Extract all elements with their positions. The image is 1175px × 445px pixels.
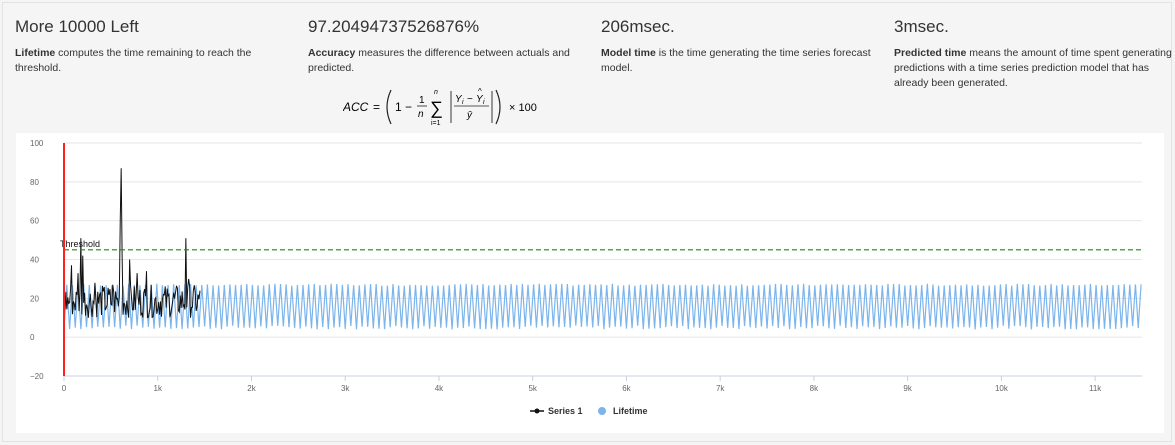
metric-lifetime: More 10000 Left Lifetime computes the ti… [15,17,275,76]
formula-frac-one: 1 [419,95,425,106]
formula-minus: − [405,100,412,114]
legend-item-lifetime: Lifetime [598,406,648,416]
chart-card: −20 0 20 40 60 80 100 0 1k 2k 3k 4k 5k 6k 7k 8k 9k 10k 11k… [16,133,1164,433]
x-tick-label: 11k [1089,384,1102,393]
threshold-label: Threshold [60,239,100,249]
y-tick-label: 20 [30,294,39,303]
x-tick-label: 3k [341,384,350,393]
formula-left-paren [386,89,392,125]
metric-lifetime-description: Lifetime computes the time remaining to … [15,46,275,76]
x-tick-label: 6k [622,384,631,393]
formula-one: 1 [395,100,402,114]
y-tick-label: 80 [30,178,39,187]
metric-model-time-term: Model time [601,47,656,59]
formula-frac-n: n [418,109,424,120]
metric-accuracy-term: Accuracy [308,47,356,59]
metric-predicted-time-term: Predicted time [894,47,967,59]
lifetime-chart: −20 0 20 40 60 80 100 0 1k 2k 3k 4k 5k 6k 7k 8k 9k 10k 11k… [30,139,1142,416]
y-tick-label: 100 [30,139,44,148]
x-tick-label: 2k [247,384,256,393]
metric-lifetime-term: Lifetime [15,47,56,59]
legend-lifetime-marker [598,407,606,415]
formula-times-100: × 100 [509,102,537,114]
metric-model-time-description: Model time is the time generating the ti… [601,46,883,76]
metric-predicted-time: 3msec. Predicted time means the amount o… [894,17,1172,91]
x-tick-label: 7k [716,384,725,393]
formula-ybar: ȳ [466,110,473,121]
metric-predicted-time-description: Predicted time means the amount of time … [894,46,1172,91]
x-tick-label: 0 [62,384,67,393]
formula-sum-bottom: i=1 [431,120,441,127]
x-tick-label: 4k [435,384,444,393]
formula-sum-top: n [434,89,438,96]
formula-inner-minus: − [467,94,473,105]
formula-sigma: ∑ [430,98,443,118]
metric-accuracy: 97.20494737526876% Accuracy measures the… [308,17,583,76]
y-tick-label: 60 [30,217,39,226]
metric-model-time: 206msec. Model time is the time generati… [601,17,883,76]
formula-right-paren [495,89,501,125]
y-tick-label: 0 [30,333,35,342]
legend-series-1-marker [534,408,540,414]
dashboard-panel: More 10000 Left Lifetime computes the ti… [2,2,1172,442]
x-tick-label: 5k [528,384,537,393]
y-tick-label: −20 [30,372,44,381]
metric-model-time-value: 206msec. [601,17,675,36]
formula-y-sub: i [462,99,464,106]
y-tick-label: 40 [30,256,39,265]
accuracy-formula: ACC = 1 − 1 n n ∑ i=1 Y i − Y ^ i ȳ × 10… [343,87,537,127]
formula-equals: = [373,100,380,114]
legend-item-series-1: Series 1 [530,406,583,416]
metric-lifetime-value: More 10000 Left [15,17,139,36]
x-tick-label: 1k [154,384,163,393]
x-tick-label: 8k [810,384,819,393]
metric-accuracy-description: Accuracy measures the difference between… [308,46,583,76]
legend-lifetime-label: Lifetime [613,406,648,416]
series-lifetime-line [63,283,1142,330]
legend-series-1-label: Series 1 [548,406,583,416]
x-tick-label: 10k [995,384,1009,393]
formula-lhs: ACC [343,100,369,114]
formula-yhat-sub: i [483,99,485,106]
formula-hat: ^ [478,87,482,96]
x-tick-label: 9k [903,384,912,393]
metric-accuracy-value: 97.20494737526876% [308,17,480,36]
metric-predicted-time-value: 3msec. [894,17,949,36]
